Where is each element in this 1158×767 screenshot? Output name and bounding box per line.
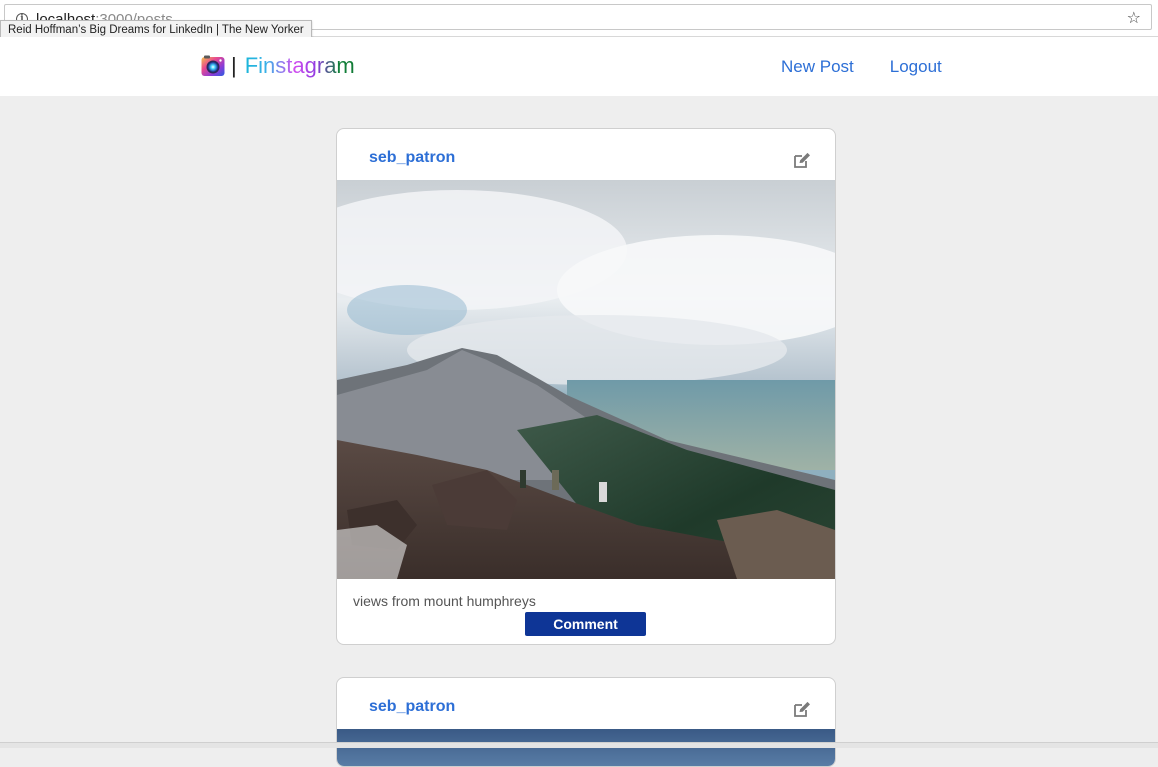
logout-link[interactable]: Logout bbox=[890, 57, 942, 77]
post-header: seb_patron bbox=[337, 678, 835, 729]
post-image bbox=[337, 180, 835, 579]
post-card: seb_patron bbox=[336, 677, 836, 767]
brand-name: Finstagram bbox=[244, 53, 355, 78]
post-header: seb_patron bbox=[337, 129, 835, 180]
navbar: | Finstagram New Post Logout bbox=[0, 37, 1158, 96]
post-image bbox=[337, 729, 835, 766]
logo[interactable]: | Finstagram bbox=[201, 53, 355, 79]
star-icon[interactable]: ☆ bbox=[1127, 10, 1141, 26]
brand-separator: | bbox=[231, 53, 237, 78]
new-post-link[interactable]: New Post bbox=[781, 57, 854, 77]
edit-icon[interactable] bbox=[793, 701, 811, 718]
post-username[interactable]: seb_patron bbox=[369, 149, 455, 167]
nav-links: New Post Logout bbox=[781, 57, 942, 77]
post-username[interactable]: seb_patron bbox=[369, 698, 455, 716]
edit-icon[interactable] bbox=[793, 152, 811, 169]
window-bottom-edge bbox=[0, 742, 1158, 748]
comment-button[interactable]: Comment bbox=[525, 612, 646, 636]
post-caption: views from mount humphreys bbox=[353, 593, 536, 609]
camera-icon bbox=[201, 55, 225, 76]
post-card: seb_patron bbox=[336, 128, 836, 645]
